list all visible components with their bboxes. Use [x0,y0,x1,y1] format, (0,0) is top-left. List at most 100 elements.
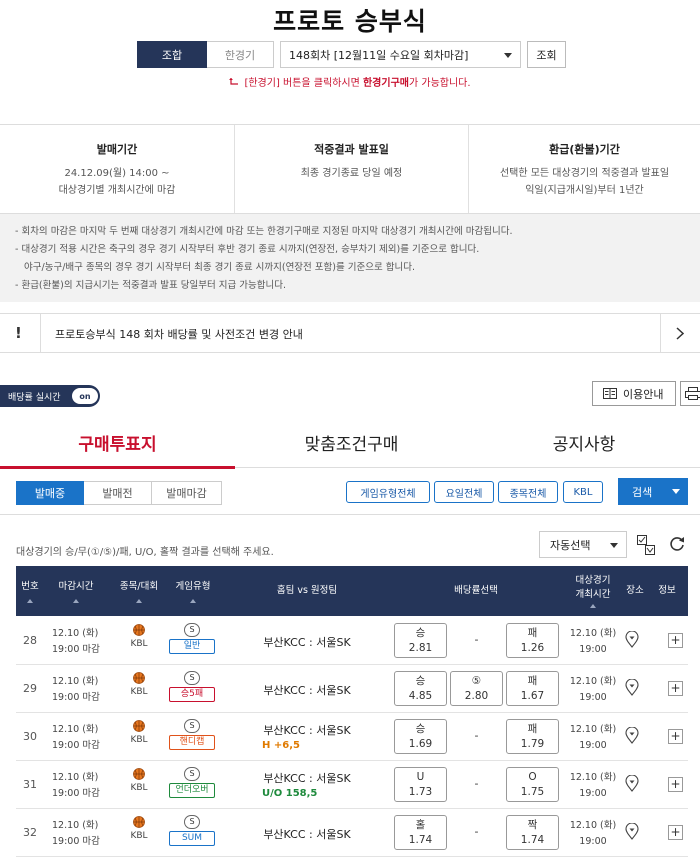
refresh-icon[interactable] [669,536,685,552]
filter-search-button[interactable]: 검색 [618,478,688,505]
match-time: 12.10 (화) 19:00 [562,674,624,706]
chevron-down-icon [504,53,512,58]
odds-value: 1.79 [520,738,545,750]
location-pin-icon[interactable] [625,823,639,840]
auto-select-dropdown[interactable]: 자동선택 [539,531,627,558]
match-number: 29 [23,682,37,695]
col-deadline[interactable]: 마감시간 [46,566,106,616]
table-row: 29 12.10 (화) 19:00 마감 KBL S 승5패 부산KCC : … [16,665,688,713]
odds-away-button[interactable]: 짝 1.74 [506,815,559,850]
deadline-date: 12.10 (화) [52,772,99,783]
location-pin-icon[interactable] [625,775,639,792]
match-time: 12.10 (화) 19:00 [562,722,624,754]
filter-closed[interactable]: 발매마감 [152,481,222,505]
filter-weekday[interactable]: 요일전체 [434,481,494,503]
odds-value: 4.85 [408,690,433,702]
print-button[interactable] [680,381,700,406]
expand-info-button[interactable]: + [668,729,683,744]
page-title: 프로토 승부식 [273,7,427,36]
expand-info-button[interactable]: + [668,825,683,840]
filter-sport[interactable]: 종목전체 [498,481,558,503]
deadline-time: 19:00 마감 [52,692,100,703]
game-type-tag: 언더오버 [169,783,215,798]
teams-label: 부산KCC : 서울SK [263,828,351,841]
match-time: 12.10 (화) 19:00 [562,770,624,802]
match-date: 12.10 (화) [569,724,617,735]
filter-on-sale[interactable]: 발매중 [16,481,84,505]
hint-arrow-icon [229,78,239,88]
odds-home-button[interactable]: U 1.73 [394,767,447,802]
deadline-date: 12.10 (화) [52,676,99,687]
odds-draw-unavailable: - [474,825,479,838]
checklist-icon[interactable] [637,535,655,555]
location-pin-icon[interactable] [625,679,639,696]
notice-text: 프로토승부식 148 회차 배당률 및 사전조건 변경 안내 [55,328,303,341]
table-row: 32 12.10 (화) 19:00 마감 KBL S SUM 부산KCC : … [16,809,688,857]
deadline-date: 12.10 (화) [52,724,99,735]
single-game-hint: [한경기] 버튼을 클릭하시면 한경기구매가 가능합니다. [0,74,700,89]
col-game-type[interactable]: 게임유형 [168,566,218,616]
deadline-time: 19:00 마감 [52,788,100,799]
col-match-time[interactable]: 대상경기 개최시간 [562,566,624,616]
location-pin-icon[interactable] [625,727,639,744]
filter-before-sale[interactable]: 발매전 [84,481,152,505]
odds-home-button[interactable]: 홀 1.74 [394,815,447,850]
live-odds-switch[interactable]: on [72,388,98,404]
odds-away-button[interactable]: O 1.75 [506,767,559,802]
game-type-tag: 일반 [169,639,215,654]
basketball-icon [133,768,145,780]
hint-prefix: [한경기] 버튼을 클릭하시면 [244,78,363,89]
location-pin-icon[interactable] [625,631,639,648]
search-button[interactable]: 조회 [527,41,566,68]
tab-purchase-slip[interactable]: 구매투표지 [0,430,235,468]
refund-period-box: 환급(환불)기간 선택한 모든 대상경기의 적중결과 발표일 익일(지급개시일)부… [469,125,700,213]
expand-info-button[interactable]: + [668,777,683,792]
game-type-tag: 승5패 [169,687,215,702]
user-guide-label: 이용안내 [623,387,664,401]
tab-label: 공지사항 [552,435,616,455]
col-label: 홈팀 vs 원정팀 [276,585,338,596]
mode-combo-button[interactable]: 조합 [137,41,207,68]
odds-label: ⑤ [471,675,482,687]
chevron-right-icon[interactable] [676,327,684,340]
round-select[interactable]: 148회차 [12월11일 수요일 회차마감] [280,41,521,68]
filter-game-type[interactable]: 게임유형전체 [346,481,430,503]
odds-home-button[interactable]: 승 1.69 [394,719,447,754]
filter-kbl[interactable]: KBL [563,481,603,503]
result-title: 적중결과 발표일 [314,143,389,156]
mode-single-button[interactable]: 한경기 [207,41,274,68]
odds-home-button[interactable]: 승 4.85 [394,671,447,706]
tab-custom-purchase[interactable]: 맞춤조건구매 [235,430,468,468]
notice-banner[interactable]: ! 프로토승부식 148 회차 배당률 및 사전조건 변경 안내 [0,313,700,353]
tab-notices[interactable]: 공지사항 [468,430,700,468]
odds-away-button[interactable]: 패 1.79 [506,719,559,754]
printer-icon [685,387,700,400]
col-label: 대상경기 [575,575,611,586]
sport-league: KBL [128,768,150,793]
odds-draw-unavailable: - [474,633,479,646]
teams-label: 부산KCC : 서울SK [263,684,351,697]
odds-label: 홀 [415,819,426,831]
odds-value: 1.26 [520,642,545,654]
odds-value: 1.69 [408,738,433,750]
refund-line1: 선택한 모든 대상경기의 적중결과 발표일 [499,168,670,179]
table-header: 번호 마감시간 종목/대회 게임유형 홈팀 vs 원정팀 배당률선택 대상경기 개… [16,566,688,616]
live-odds-toggle[interactable]: 배당률 실시간 on [0,385,100,407]
odds-away-button[interactable]: 패 1.67 [506,671,559,706]
expand-info-button[interactable]: + [668,633,683,648]
col-no[interactable]: 번호 [16,566,44,616]
user-guide-button[interactable]: 이용안내 [592,381,676,406]
alert-icon: ! [15,324,22,342]
note-line: 야구/농구/배구 종목의 경우 경기 시작부터 최종 경기 종료 시까지(연장전… [15,262,415,273]
col-venue: 장소 [622,566,648,616]
odds-draw-button[interactable]: ⑤ 2.80 [450,671,503,706]
odds-home-button[interactable]: 승 2.81 [394,623,447,658]
odds-value: 2.80 [464,690,489,702]
odds-label: 승 [415,627,426,639]
handicap-label: H +6,5 [262,740,300,751]
odds-away-button[interactable]: 패 1.26 [506,623,559,658]
book-icon [603,388,617,399]
expand-info-button[interactable]: + [668,681,683,696]
sort-icon [73,598,79,603]
col-sport[interactable]: 종목/대회 [110,566,168,616]
